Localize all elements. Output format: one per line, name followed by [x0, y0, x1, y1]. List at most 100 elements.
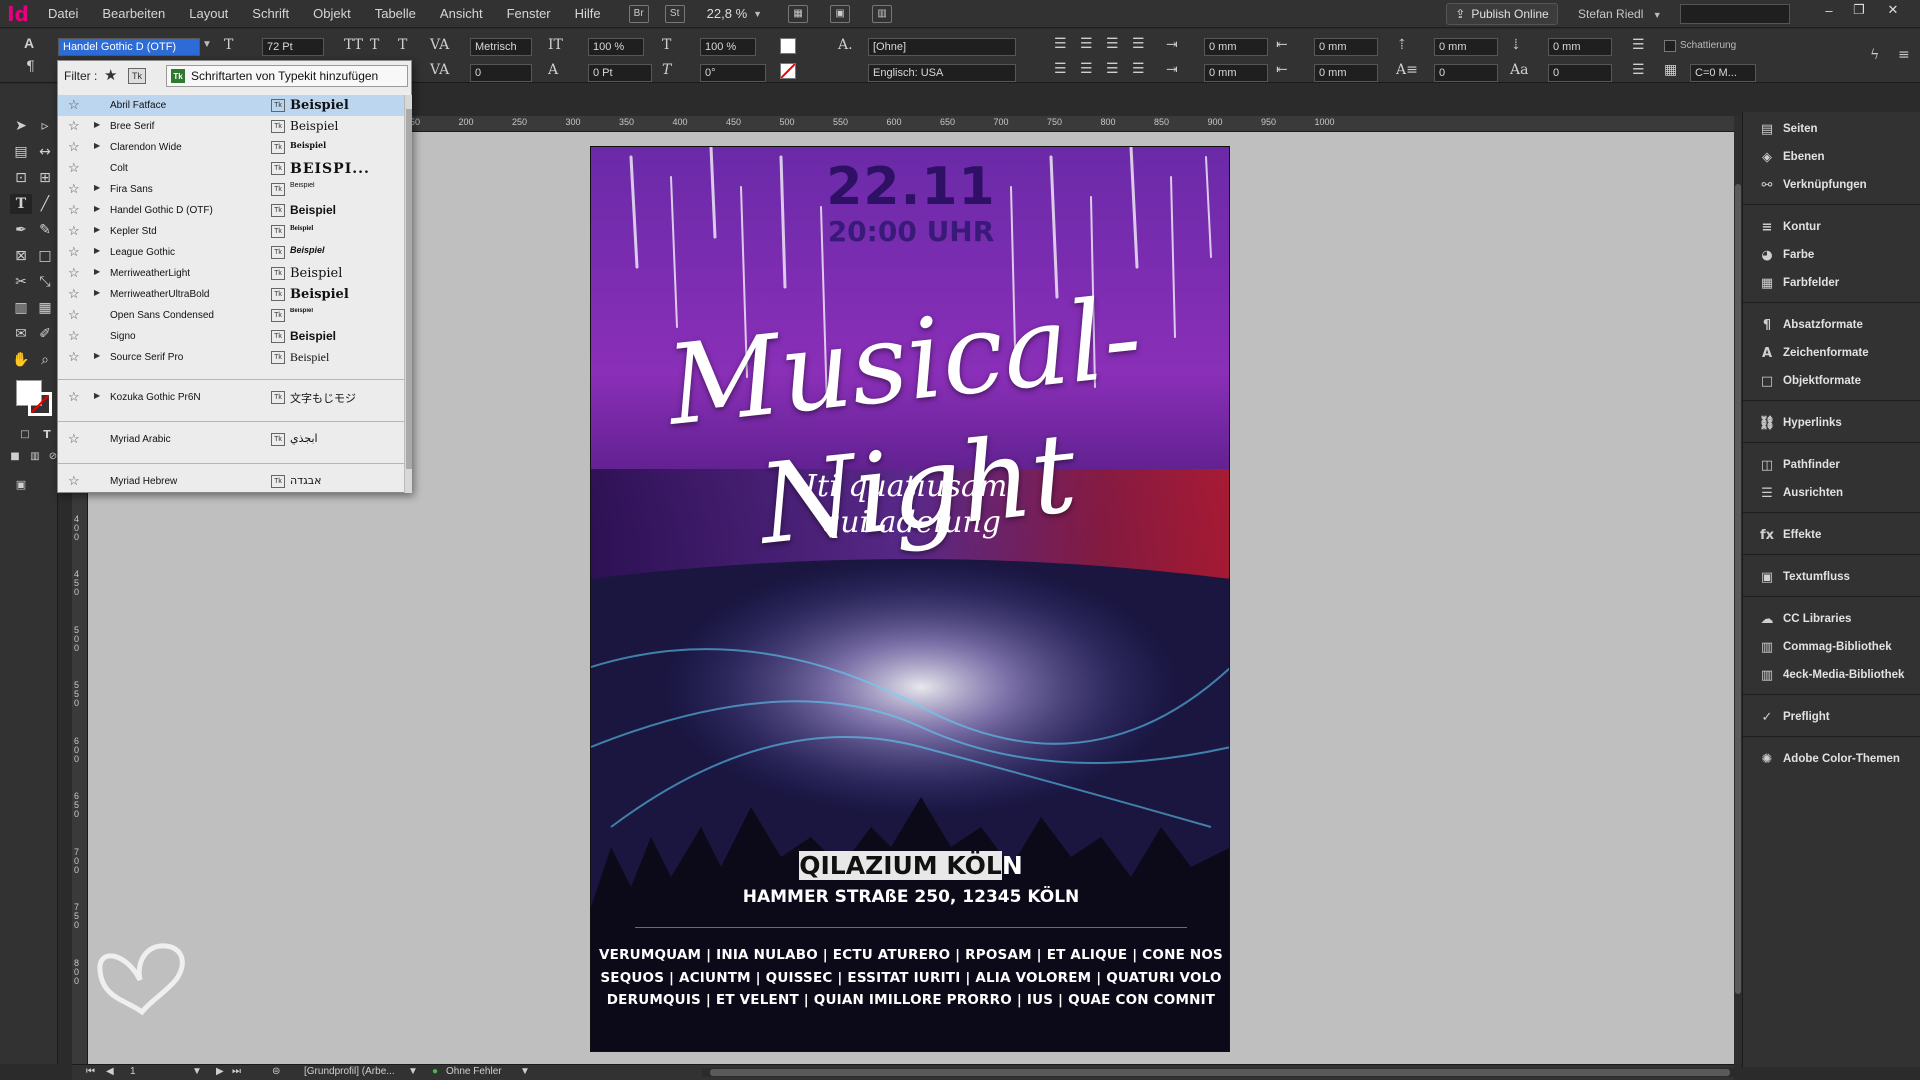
font-list-item[interactable]: ☆ ▶ Kepler Std Tk Beispiel: [58, 221, 404, 242]
kerning-field[interactable]: Metrisch: [470, 38, 532, 56]
favorite-star-icon[interactable]: ☆: [68, 202, 80, 218]
font-list-item[interactable]: ☆ ▶ Clarendon Wide Tk Beispiel: [58, 137, 404, 158]
bridge-button[interactable]: Br: [628, 4, 649, 23]
text-stroke-swatch[interactable]: [780, 63, 796, 79]
direct-selection-tool-icon[interactable]: ▹: [34, 116, 56, 136]
numbering-icon[interactable]: ☰: [1632, 62, 1645, 78]
formatting-container-icon[interactable]: □: [14, 424, 36, 444]
menu-layout[interactable]: Layout: [177, 0, 240, 28]
page-number-field[interactable]: 1: [130, 1066, 136, 1077]
baseline-shift-field[interactable]: 0 Pt: [588, 64, 652, 82]
shading-color-field[interactable]: C=0 M...: [1690, 64, 1756, 82]
document-vertical-scrollbar[interactable]: [1734, 116, 1742, 1064]
expand-arrow-icon[interactable]: ▶: [94, 225, 100, 234]
close-window-button[interactable]: ✕: [1880, 0, 1906, 20]
favorite-star-icon[interactable]: ☆: [68, 328, 80, 344]
first-page-icon[interactable]: ⏮: [86, 1066, 95, 1077]
poster-lineup-line[interactable]: SEQUOS | ACIUNTM | QUISSEC | ESSITAT IUR…: [591, 970, 1229, 986]
tracking-field[interactable]: 0: [470, 64, 532, 82]
justify-left-icon[interactable]: ☰: [1054, 61, 1067, 77]
open-document-icon[interactable]: ⊜: [272, 1066, 280, 1077]
language-field[interactable]: Englisch: USA: [868, 64, 1016, 82]
menu-objekt[interactable]: Objekt: [301, 0, 363, 28]
expand-arrow-icon[interactable]: ▶: [94, 141, 100, 150]
space-after-field[interactable]: 0 mm: [1548, 38, 1612, 56]
formatting-text-icon[interactable]: T: [36, 424, 58, 444]
content-placer-icon[interactable]: ⊞: [34, 168, 56, 188]
left-indent-field[interactable]: 0 mm: [1204, 38, 1268, 56]
justify-right-icon[interactable]: ☰: [1106, 61, 1119, 77]
favorite-star-icon[interactable]: ☆: [68, 349, 80, 365]
quick-apply-icon[interactable]: ϟ: [1870, 47, 1879, 63]
apply-color-icon[interactable]: ■: [4, 446, 26, 466]
paragraph-controls-icon[interactable]: ¶: [26, 59, 35, 75]
panel-cc-libraries[interactable]: ☁ CC Libraries: [1759, 609, 1919, 629]
align-center-icon[interactable]: ☰: [1080, 36, 1093, 52]
favorite-star-icon[interactable]: ☆: [68, 118, 80, 134]
zoom-dropdown-icon[interactable]: ▼: [753, 9, 762, 19]
expand-arrow-icon[interactable]: ▶: [94, 267, 100, 276]
font-list-item[interactable]: ☆ Abril Fatface Tk Beispiel: [58, 95, 404, 116]
panel-commag-bibliothek[interactable]: ▥ Commag-Bibliothek: [1759, 637, 1919, 657]
character-controls-icon[interactable]: A: [24, 35, 34, 51]
panel-4eck-media-bibliothek[interactable]: ▥ 4eck-Media-Bibliothek: [1759, 665, 1919, 685]
profile-dropdown-icon[interactable]: ▼: [408, 1066, 418, 1077]
right-indent-field[interactable]: 0 mm: [1314, 38, 1378, 56]
gap-tool-icon[interactable]: ↔: [34, 142, 56, 162]
favorite-star-icon[interactable]: ☆: [68, 244, 80, 260]
stock-button[interactable]: St: [664, 4, 685, 23]
rectangle-tool-icon[interactable]: □: [34, 246, 56, 266]
font-list-item[interactable]: ☆ ▶ Handel Gothic D (OTF) Tk Beispiel: [58, 200, 404, 221]
favorite-star-icon[interactable]: ☆: [68, 97, 80, 113]
favorite-star-icon[interactable]: ☆: [68, 431, 80, 447]
font-list-item[interactable]: ☆ ▶ Bree Serif Tk Beispiel: [58, 116, 404, 137]
preflight-profile[interactable]: [Grundprofil] (Arbe...: [304, 1066, 395, 1077]
horizontal-scale-field[interactable]: 100 %: [700, 38, 756, 56]
next-page-icon[interactable]: ▶: [216, 1066, 224, 1077]
drop-cap-chars-field[interactable]: 0: [1548, 64, 1612, 82]
font-list-item[interactable]: ☆ Myriad Hebrew Tk אבגדה: [58, 471, 404, 492]
horizontal-scroll-thumb[interactable]: [710, 1069, 1730, 1076]
arrange-documents-icon[interactable]: ▥: [872, 4, 893, 23]
user-account-menu[interactable]: Stefan Riedl ▼: [1578, 0, 1662, 29]
favorites-filter-star-icon[interactable]: ★: [104, 66, 117, 86]
font-list-item[interactable]: ☆ ▶ Source Serif Pro Tk Beispiel: [58, 347, 404, 368]
expand-arrow-icon[interactable]: ▶: [94, 288, 100, 297]
poster-subtitle-line-2[interactable]: qui adeiung: [591, 505, 1229, 540]
panel-textumfluss[interactable]: ▣ Textumfluss: [1759, 567, 1919, 587]
type-tool-icon[interactable]: T: [10, 194, 32, 214]
menu-ansicht[interactable]: Ansicht: [428, 0, 495, 28]
font-list-item[interactable]: ☆ ▶ Fira Sans Tk Beispiel: [58, 179, 404, 200]
font-list-item[interactable]: ☆ ▶ Kozuka Gothic Pr6N Tk 文字もじモジ: [58, 387, 404, 408]
content-collector-icon[interactable]: ⊡: [10, 168, 32, 188]
drop-cap-lines-field[interactable]: 0: [1434, 64, 1498, 82]
screen-mode-icon[interactable]: ▣: [830, 4, 851, 23]
font-list-scroll-thumb[interactable]: [406, 109, 412, 469]
poster-venue[interactable]: QILAZIUM KÖLN: [591, 851, 1229, 880]
screen-mode-normal-icon[interactable]: ▣: [10, 474, 32, 494]
panel-farbfelder[interactable]: ▦ Farbfelder: [1759, 273, 1919, 293]
pencil-tool-icon[interactable]: ✎: [34, 220, 56, 240]
justify-all-icon[interactable]: ☰: [1132, 61, 1145, 77]
last-page-icon[interactable]: ⏭: [232, 1066, 241, 1077]
search-input[interactable]: [1680, 4, 1790, 24]
previous-page-icon[interactable]: ◀: [106, 1066, 114, 1077]
align-right-icon[interactable]: ☰: [1106, 36, 1119, 52]
bullets-icon[interactable]: ☰: [1632, 37, 1645, 53]
panel-absatzformate[interactable]: ¶ Absatzformate: [1759, 315, 1919, 335]
note-tool-icon[interactable]: ✉: [10, 324, 32, 344]
menu-datei[interactable]: Datei: [36, 0, 90, 28]
menu-hilfe[interactable]: Hilfe: [563, 0, 613, 28]
poster-lineup-line[interactable]: DERUMQUIS | ET VELENT | QUIAN IMILLORE P…: [591, 992, 1229, 1008]
font-list-item[interactable]: ☆ Open Sans Condensed Tk Beispiel: [58, 305, 404, 326]
favorite-star-icon[interactable]: ☆: [68, 181, 80, 197]
shading-checkbox[interactable]: [1664, 40, 1676, 52]
favorite-star-icon[interactable]: ☆: [68, 160, 80, 176]
panel-preflight[interactable]: ✓ Preflight: [1759, 707, 1919, 727]
first-line-indent-field[interactable]: 0 mm: [1204, 64, 1268, 82]
expand-arrow-icon[interactable]: ▶: [94, 204, 100, 213]
expand-arrow-icon[interactable]: ▶: [94, 120, 100, 129]
poster-lineup-line[interactable]: VERUMQUAM | INIA NULABO | ECTU ATURERO |…: [591, 947, 1229, 963]
font-list-item[interactable]: ☆ ▶ MerriweatherLight Tk Beispiel: [58, 263, 404, 284]
zoom-tool-icon[interactable]: ⌕: [34, 350, 56, 370]
